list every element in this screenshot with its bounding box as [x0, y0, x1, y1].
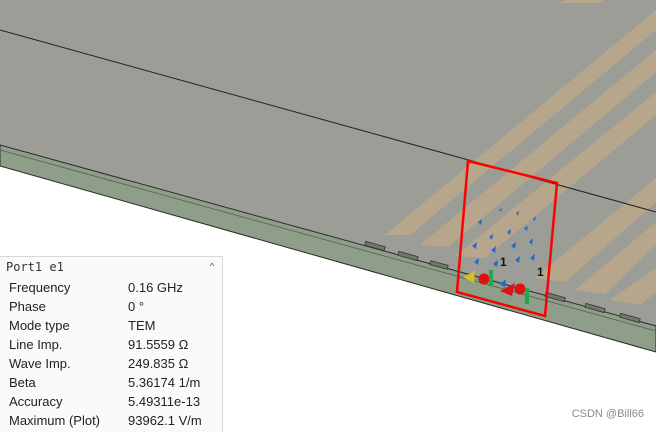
prop-value: 91.5559 Ω — [128, 337, 189, 352]
panel-title: Port1 e1 — [6, 260, 64, 274]
prop-label: Line Imp. — [9, 337, 63, 352]
prop-label: Phase — [9, 299, 46, 314]
prop-row-wave-imp: Wave Imp. 249.835 Ω — [0, 354, 222, 373]
prop-row-beta: Beta 5.36174 1/m — [0, 373, 222, 392]
watermark: CSDN @Bill66 — [571, 408, 644, 420]
prop-row-maximum-plot: Maximum (Plot) 93962.1 V/m — [0, 411, 222, 430]
prop-row-mode-type: Mode type TEM — [0, 316, 222, 335]
prop-row-phase: Phase 0 ° — [0, 297, 222, 316]
prop-row-accuracy: Accuracy 5.49311e-13 — [0, 392, 222, 411]
prop-label: Accuracy — [9, 394, 63, 409]
prop-value: 249.835 Ω — [128, 356, 189, 371]
collapse-chevron-icon[interactable]: ⌃ — [209, 257, 215, 278]
prop-value: 0 ° — [128, 299, 145, 314]
prop-value: 5.49311e-13 — [128, 394, 201, 409]
prop-row-frequency: Frequency 0.16 GHz — [0, 278, 222, 297]
prop-value: 0.16 GHz — [128, 280, 183, 295]
port-info-panel: Port1 e1 ⌃ Frequency 0.16 GHz Phase 0 ° … — [0, 256, 223, 432]
prop-value: 5.36174 1/m — [128, 375, 201, 390]
port-marker-label: 1 — [500, 255, 507, 269]
prop-label: Wave Imp. — [9, 356, 71, 371]
port-marker-label: 1 — [537, 265, 544, 279]
prop-value: 93962.1 V/m — [128, 413, 202, 428]
panel-header: Port1 e1 ⌃ — [0, 257, 222, 278]
prop-label: Frequency — [9, 280, 71, 295]
prop-label: Mode type — [9, 318, 70, 333]
prop-label: Maximum (Plot) — [9, 413, 101, 428]
prop-row-line-imp: Line Imp. 91.5559 Ω — [0, 335, 222, 354]
prop-value: TEM — [128, 318, 156, 333]
prop-label: Beta — [9, 375, 36, 390]
